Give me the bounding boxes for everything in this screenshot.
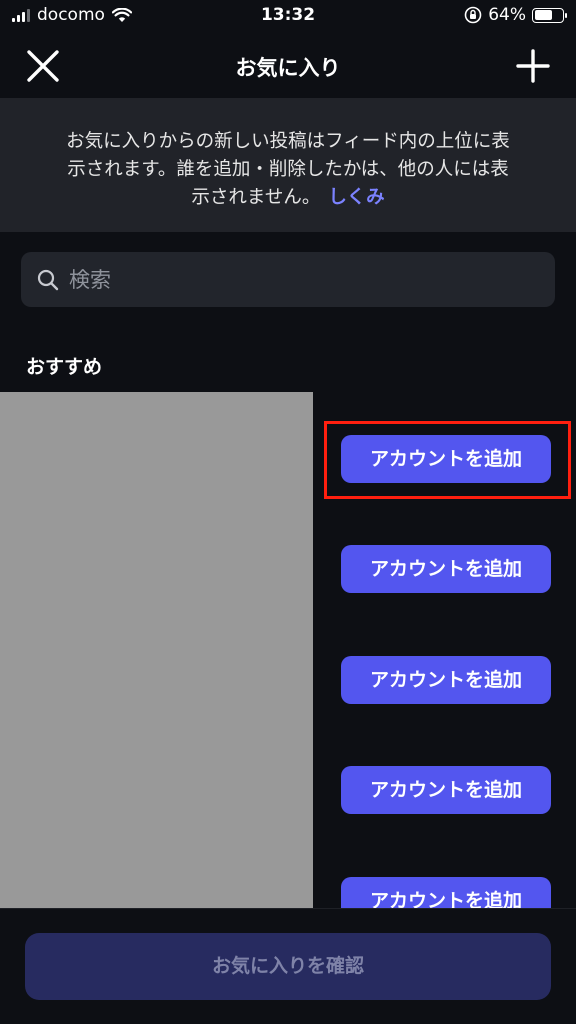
add-account-button[interactable]: アカウントを追加: [341, 545, 551, 593]
header: お気に入り: [0, 32, 576, 98]
plus-icon: [516, 49, 550, 83]
orientation-lock-icon: [464, 6, 482, 24]
favorites-screen: docomo 13:32 64% お気に入り お気に入りからの新しい投稿はフィー…: [0, 0, 576, 1024]
redacted-account-list: [0, 392, 313, 914]
info-text-line2: 示されます。誰を追加・削除したかは、他の人には表: [67, 159, 509, 180]
info-text-line3: 示されません。: [191, 187, 321, 208]
highlight-annotation: [324, 421, 571, 499]
search-input[interactable]: [69, 267, 529, 292]
recommended-section-title: おすすめ: [26, 356, 103, 378]
confirm-favorites-button[interactable]: お気に入りを確認: [25, 933, 551, 1000]
search-icon: [37, 269, 59, 290]
search-box[interactable]: [21, 252, 555, 307]
add-account-button[interactable]: アカウントを追加: [341, 766, 551, 814]
add-account-button[interactable]: アカウントを追加: [341, 656, 551, 704]
bottom-bar: お気に入りを確認: [0, 908, 576, 1024]
info-banner: お気に入りからの新しい投稿はフィード内の上位に表 示されます。誰を追加・削除した…: [0, 98, 576, 232]
add-button[interactable]: [513, 46, 553, 86]
info-text-line3-row: 示されません。 しくみ: [40, 184, 536, 212]
how-it-works-link[interactable]: しくみ: [328, 187, 384, 208]
battery-icon: [532, 7, 567, 23]
battery-fill: [534, 10, 552, 20]
info-text-line1: お気に入りからの新しい投稿はフィード内の上位に表: [66, 131, 510, 152]
page-title: お気に入り: [235, 56, 341, 80]
status-bar: docomo 13:32 64%: [0, 0, 576, 32]
battery-percentage: 64%: [488, 5, 526, 25]
status-right: 64%: [464, 5, 567, 25]
